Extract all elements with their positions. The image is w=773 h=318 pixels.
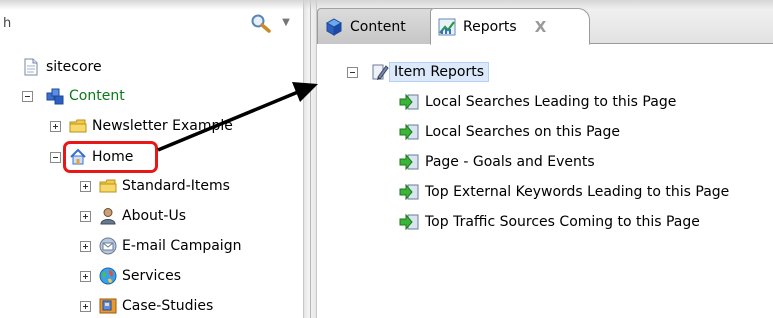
tree-item-label: Item Reports xyxy=(389,62,490,82)
tree-item-item-reports[interactable]: Item Reports xyxy=(347,59,490,85)
green-arrow-report-icon xyxy=(399,93,419,111)
green-arrow-report-icon xyxy=(399,183,419,201)
expand-icon[interactable] xyxy=(80,210,91,222)
search-icon[interactable] xyxy=(250,13,272,33)
expand-icon[interactable] xyxy=(50,120,61,132)
report-item[interactable]: Local Searches on this Page xyxy=(399,119,620,145)
green-arrow-report-icon xyxy=(399,123,419,141)
tab-strip: Content Reports X xyxy=(317,0,773,45)
tree-item-label: Newsletter Example xyxy=(92,118,233,134)
report-pen-icon xyxy=(372,64,389,80)
search-bar: ▼ xyxy=(0,10,303,38)
tree-item-home[interactable]: Home xyxy=(50,146,133,168)
person-icon xyxy=(100,208,116,225)
report-item[interactable]: Page - Goals and Events xyxy=(399,149,595,175)
folder-icon xyxy=(69,119,87,133)
collapse-icon[interactable] xyxy=(50,151,61,163)
report-item-label: Top Traffic Sources Coming to this Page xyxy=(425,214,700,230)
content-tree-panel: ▼ sitecore Content Newsletter Example xyxy=(0,0,303,318)
tab-reports[interactable]: Reports X xyxy=(430,8,590,45)
report-item[interactable]: Top Traffic Sources Coming to this Page xyxy=(399,209,700,235)
panel-splitter[interactable] xyxy=(303,0,317,318)
tab-content[interactable]: Content xyxy=(317,8,435,44)
document-icon xyxy=(24,58,38,76)
tree-item-label: sitecore xyxy=(46,59,102,75)
tab-label: Content xyxy=(350,18,406,35)
email-icon xyxy=(99,237,117,255)
expand-icon[interactable] xyxy=(80,180,91,192)
tree-item-sitecore[interactable]: sitecore xyxy=(22,56,102,78)
expand-icon[interactable] xyxy=(80,240,91,252)
collapse-icon[interactable] xyxy=(347,66,358,78)
search-input[interactable] xyxy=(0,10,240,36)
tree-item-label: Case-Studies xyxy=(122,298,214,314)
green-arrow-report-icon xyxy=(399,213,419,231)
home-icon xyxy=(70,148,86,165)
reports-chart-icon xyxy=(438,18,456,35)
tree-item-services[interactable]: Services xyxy=(80,265,181,287)
tab-label: Reports xyxy=(463,18,517,35)
report-item-label: Top External Keywords Leading to this Pa… xyxy=(425,184,730,200)
folder-icon xyxy=(99,179,117,193)
tree-item-content[interactable]: Content xyxy=(22,85,125,107)
splitter-line xyxy=(310,0,311,318)
tree-item-label: About-Us xyxy=(122,208,186,224)
report-item[interactable]: Top External Keywords Leading to this Pa… xyxy=(399,179,729,205)
report-item-label: Page - Goals and Events xyxy=(425,154,595,170)
content-node-icon xyxy=(46,88,64,105)
tree-item-standard-items[interactable]: Standard-Items xyxy=(80,175,230,197)
tree-item-about-us[interactable]: About-Us xyxy=(80,205,186,227)
tree-item-case-studies[interactable]: Case-Studies xyxy=(80,295,213,317)
close-icon[interactable]: X xyxy=(535,18,547,36)
chevron-down-icon[interactable]: ▼ xyxy=(278,13,294,33)
globe-icon xyxy=(99,267,117,285)
report-item[interactable]: Local Searches Leading to this Page xyxy=(399,89,676,115)
reports-panel: Content Reports X Item Reports Local Sea… xyxy=(317,0,773,318)
tree-item-newsletter-example[interactable]: Newsletter Example xyxy=(50,115,233,137)
report-tree: Item Reports Local Searches Leading to t… xyxy=(317,44,773,318)
tree-item-label: Services xyxy=(122,268,182,284)
tree-item-label: E-mail Campaign xyxy=(122,238,242,254)
report-item-label: Local Searches Leading to this Page xyxy=(425,94,677,110)
green-arrow-report-icon xyxy=(399,153,419,171)
collapse-icon[interactable] xyxy=(22,90,33,102)
tree-item-label: Home xyxy=(92,149,134,165)
tree-item-email-campaign[interactable]: E-mail Campaign xyxy=(80,235,241,257)
tree-item-label: Standard-Items xyxy=(122,178,230,194)
report-item-label: Local Searches on this Page xyxy=(425,124,620,140)
case-study-icon xyxy=(99,298,117,314)
expand-icon[interactable] xyxy=(80,270,91,282)
cube-icon xyxy=(325,17,343,36)
expand-icon[interactable] xyxy=(80,300,91,312)
tree-item-label: Content xyxy=(69,88,125,104)
